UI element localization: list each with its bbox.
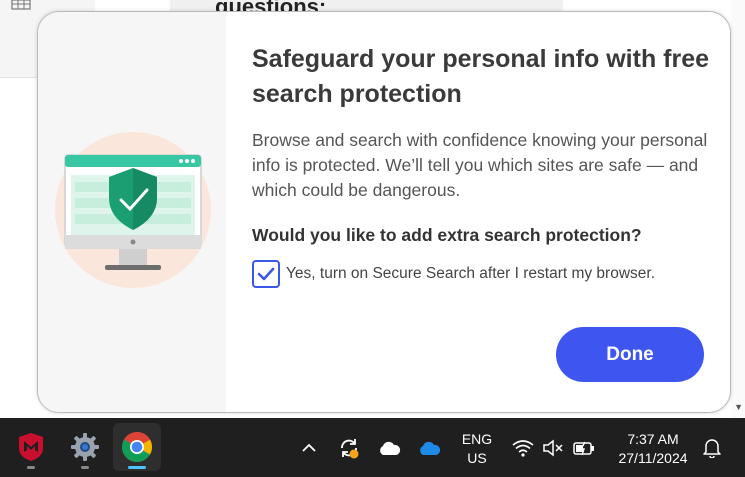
clock-date: 27/11/2024 bbox=[618, 450, 688, 466]
shield-check-monitor-icon bbox=[55, 132, 211, 288]
dialog-question: Would you like to add extra search prote… bbox=[252, 225, 642, 245]
secure-search-checkbox[interactable] bbox=[252, 260, 280, 288]
active-indicator bbox=[128, 466, 146, 469]
system-clock[interactable]: 7:37 AM 27/11/2024 bbox=[603, 430, 703, 468]
keyboard-region: US bbox=[467, 450, 487, 466]
page-scrollbar[interactable]: ▼ bbox=[731, 0, 745, 418]
chevron-up-icon bbox=[302, 443, 316, 452]
onedrive-tray-button[interactable] bbox=[415, 418, 443, 477]
illustration-panel bbox=[38, 12, 226, 412]
show-hidden-icons-button[interactable] bbox=[297, 418, 321, 477]
notifications-button[interactable] bbox=[700, 418, 724, 477]
wifi-icon bbox=[512, 439, 534, 457]
running-indicator bbox=[27, 466, 35, 469]
cloud-icon bbox=[380, 441, 401, 455]
language-indicator[interactable]: ENG US bbox=[455, 430, 499, 468]
speaker-muted-icon bbox=[543, 438, 563, 457]
cloud-tray-button[interactable] bbox=[375, 418, 403, 477]
taskbar: ENG US 7:37 AM 27/11/2024 bbox=[0, 418, 745, 477]
dialog-description: Browse and search with confidence knowin… bbox=[252, 130, 708, 200]
language-code: ENG bbox=[461, 431, 493, 447]
sync-icon bbox=[341, 438, 359, 458]
chrome-icon bbox=[121, 432, 153, 463]
secure-search-checkbox-label[interactable]: Yes, turn on Secure Search after I resta… bbox=[286, 265, 655, 283]
battery-tray-button[interactable] bbox=[570, 418, 598, 477]
chrome-taskbar-button[interactable] bbox=[113, 423, 161, 471]
running-indicator bbox=[81, 466, 89, 469]
mcafee-taskbar-button[interactable] bbox=[7, 423, 55, 471]
table-grid-icon bbox=[11, 0, 31, 10]
checkmark-icon bbox=[257, 267, 275, 281]
mcafee-icon bbox=[19, 433, 43, 461]
dialog-title: Safeguard your personal info with free s… bbox=[252, 45, 710, 108]
dialog-content: Safeguard your personal info with free s… bbox=[252, 42, 712, 288]
onedrive-icon bbox=[420, 441, 441, 455]
done-button[interactable]: Done bbox=[556, 327, 704, 382]
sync-tray-button[interactable] bbox=[335, 418, 363, 477]
secure-search-option[interactable]: Yes, turn on Secure Search after I resta… bbox=[252, 260, 655, 288]
battery-charging-icon bbox=[573, 441, 594, 455]
scroll-down-arrow-icon[interactable]: ▼ bbox=[734, 402, 743, 412]
search-protection-dialog: Safeguard your personal info with free s… bbox=[37, 11, 731, 413]
wifi-tray-button[interactable] bbox=[510, 418, 536, 477]
notification-bell-icon bbox=[703, 438, 721, 458]
settings-taskbar-button[interactable] bbox=[61, 423, 109, 471]
settings-gear-icon bbox=[71, 433, 99, 461]
clock-time: 7:37 AM bbox=[627, 431, 679, 447]
volume-tray-button[interactable] bbox=[540, 418, 566, 477]
